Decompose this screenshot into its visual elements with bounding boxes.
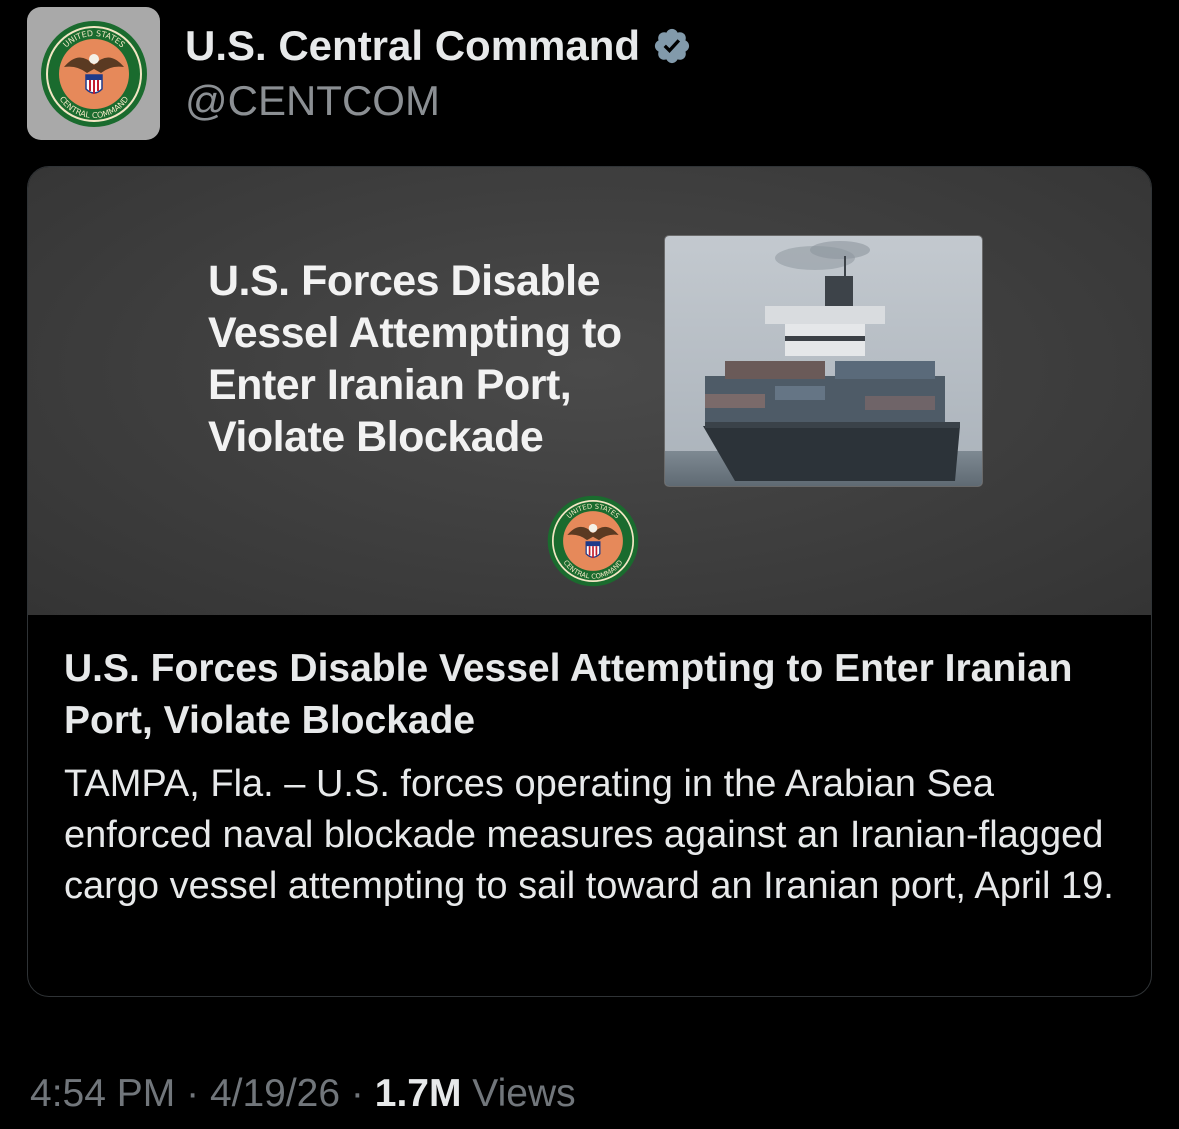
views-label: Views — [472, 1072, 576, 1115]
centcom-seal-icon: UNITED STATES CENTRAL COMMAND — [40, 20, 147, 127]
meta-separator: · — [186, 1072, 200, 1115]
verified-badge-icon — [654, 28, 690, 64]
meta-separator: · — [350, 1072, 364, 1115]
card-title[interactable]: U.S. Forces Disable Vessel Attempting to… — [64, 643, 1124, 747]
post-date[interactable]: 4/19/26 — [210, 1072, 340, 1115]
author-name[interactable]: U.S. Central Command — [185, 22, 692, 70]
author-avatar[interactable]: UNITED STATES CENTRAL COMMAND — [27, 7, 160, 140]
post-time[interactable]: 4:54 PM — [30, 1072, 175, 1115]
card-media-image[interactable]: U.S. Forces Disable Vessel Attempting to… — [28, 167, 1151, 615]
card-description: TAMPA, Fla. – U.S. forces operating in t… — [64, 763, 1114, 907]
author-name-text[interactable]: U.S. Central Command — [185, 22, 640, 70]
author-handle[interactable]: @CENTCOM — [185, 77, 440, 125]
centcom-seal-icon: UNITED STATES CENTRAL COMMAND — [547, 495, 639, 587]
views-count: 1.7M — [374, 1072, 462, 1115]
link-preview-card[interactable]: U.S. Forces Disable Vessel Attempting to… — [27, 166, 1152, 997]
post-meta: 4:54 PM · 4/19/26 · 1.7M Views — [30, 1072, 576, 1116]
media-headline: U.S. Forces Disable Vessel Attempting to… — [208, 257, 622, 461]
cargo-ship-photo — [664, 235, 983, 487]
